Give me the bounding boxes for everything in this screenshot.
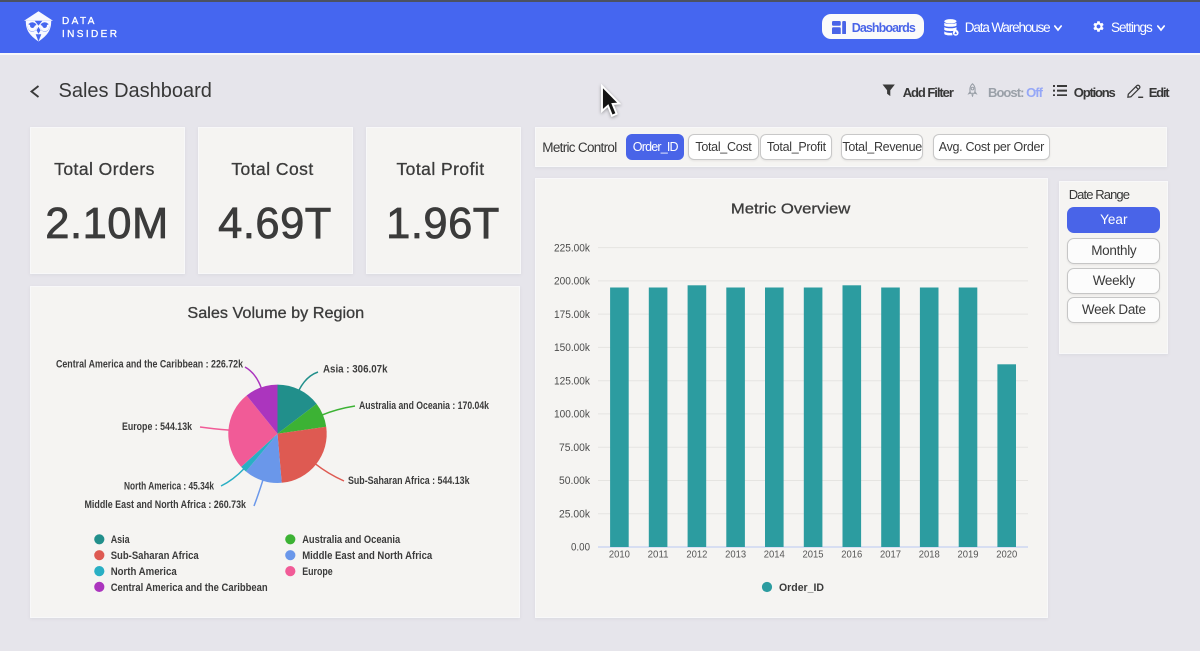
svg-text:Central America and the Caribb: Central America and the Caribbean : 226.… <box>56 359 244 371</box>
svg-text:Asia: Asia <box>111 534 131 546</box>
svg-text:2011: 2011 <box>648 549 669 561</box>
svg-text:2018: 2018 <box>919 549 940 561</box>
svg-text:150.00k: 150.00k <box>554 342 590 354</box>
svg-text:25.00k: 25.00k <box>559 508 590 520</box>
svg-text:Metric Overview: Metric Overview <box>731 200 851 217</box>
svg-text:2013: 2013 <box>725 549 746 561</box>
svg-text:Sales Volume by Region: Sales Volume by Region <box>187 305 364 322</box>
svg-text:Asia : 306.07k: Asia : 306.07k <box>323 364 388 376</box>
svg-text:2016: 2016 <box>841 549 862 561</box>
svg-text:100.00k: 100.00k <box>554 409 590 421</box>
svg-text:Sub-Saharan Africa: Sub-Saharan Africa <box>111 550 200 562</box>
svg-text:125.00k: 125.00k <box>554 375 590 387</box>
svg-text:2014: 2014 <box>764 549 785 561</box>
svg-text:Sub-Saharan Africa : 544.13k: Sub-Saharan Africa : 544.13k <box>348 475 470 487</box>
svg-text:75.00k: 75.00k <box>559 442 590 454</box>
svg-text:2019: 2019 <box>958 549 979 561</box>
svg-text:2017: 2017 <box>880 549 901 561</box>
svg-text:0.00: 0.00 <box>571 542 590 554</box>
svg-text:225.00k: 225.00k <box>554 242 590 254</box>
svg-text:Order_ID: Order_ID <box>779 582 824 594</box>
svg-text:2020: 2020 <box>996 549 1017 561</box>
svg-text:2010: 2010 <box>609 549 630 561</box>
svg-text:North America: North America <box>111 566 178 578</box>
svg-text:North America : 45.34k: North America : 45.34k <box>124 481 215 493</box>
svg-text:Australia and Oceania : 170.04: Australia and Oceania : 170.04k <box>359 400 490 412</box>
svg-text:Europe : 544.13k: Europe : 544.13k <box>122 421 193 433</box>
svg-text:Australia and Oceania: Australia and Oceania <box>302 534 401 546</box>
svg-text:200.00k: 200.00k <box>554 276 590 288</box>
svg-text:Europe: Europe <box>302 566 333 578</box>
svg-text:Middle East and North Africa: Middle East and North Africa <box>302 550 433 562</box>
svg-text:175.00k: 175.00k <box>554 309 590 321</box>
svg-text:2015: 2015 <box>803 549 824 561</box>
svg-text:2012: 2012 <box>686 549 707 561</box>
svg-text:50.00k: 50.00k <box>559 475 590 487</box>
svg-text:Central America and the Caribb: Central America and the Caribbean <box>111 582 268 594</box>
svg-text:Middle East and North Africa :: Middle East and North Africa : 260.73k <box>85 499 247 511</box>
